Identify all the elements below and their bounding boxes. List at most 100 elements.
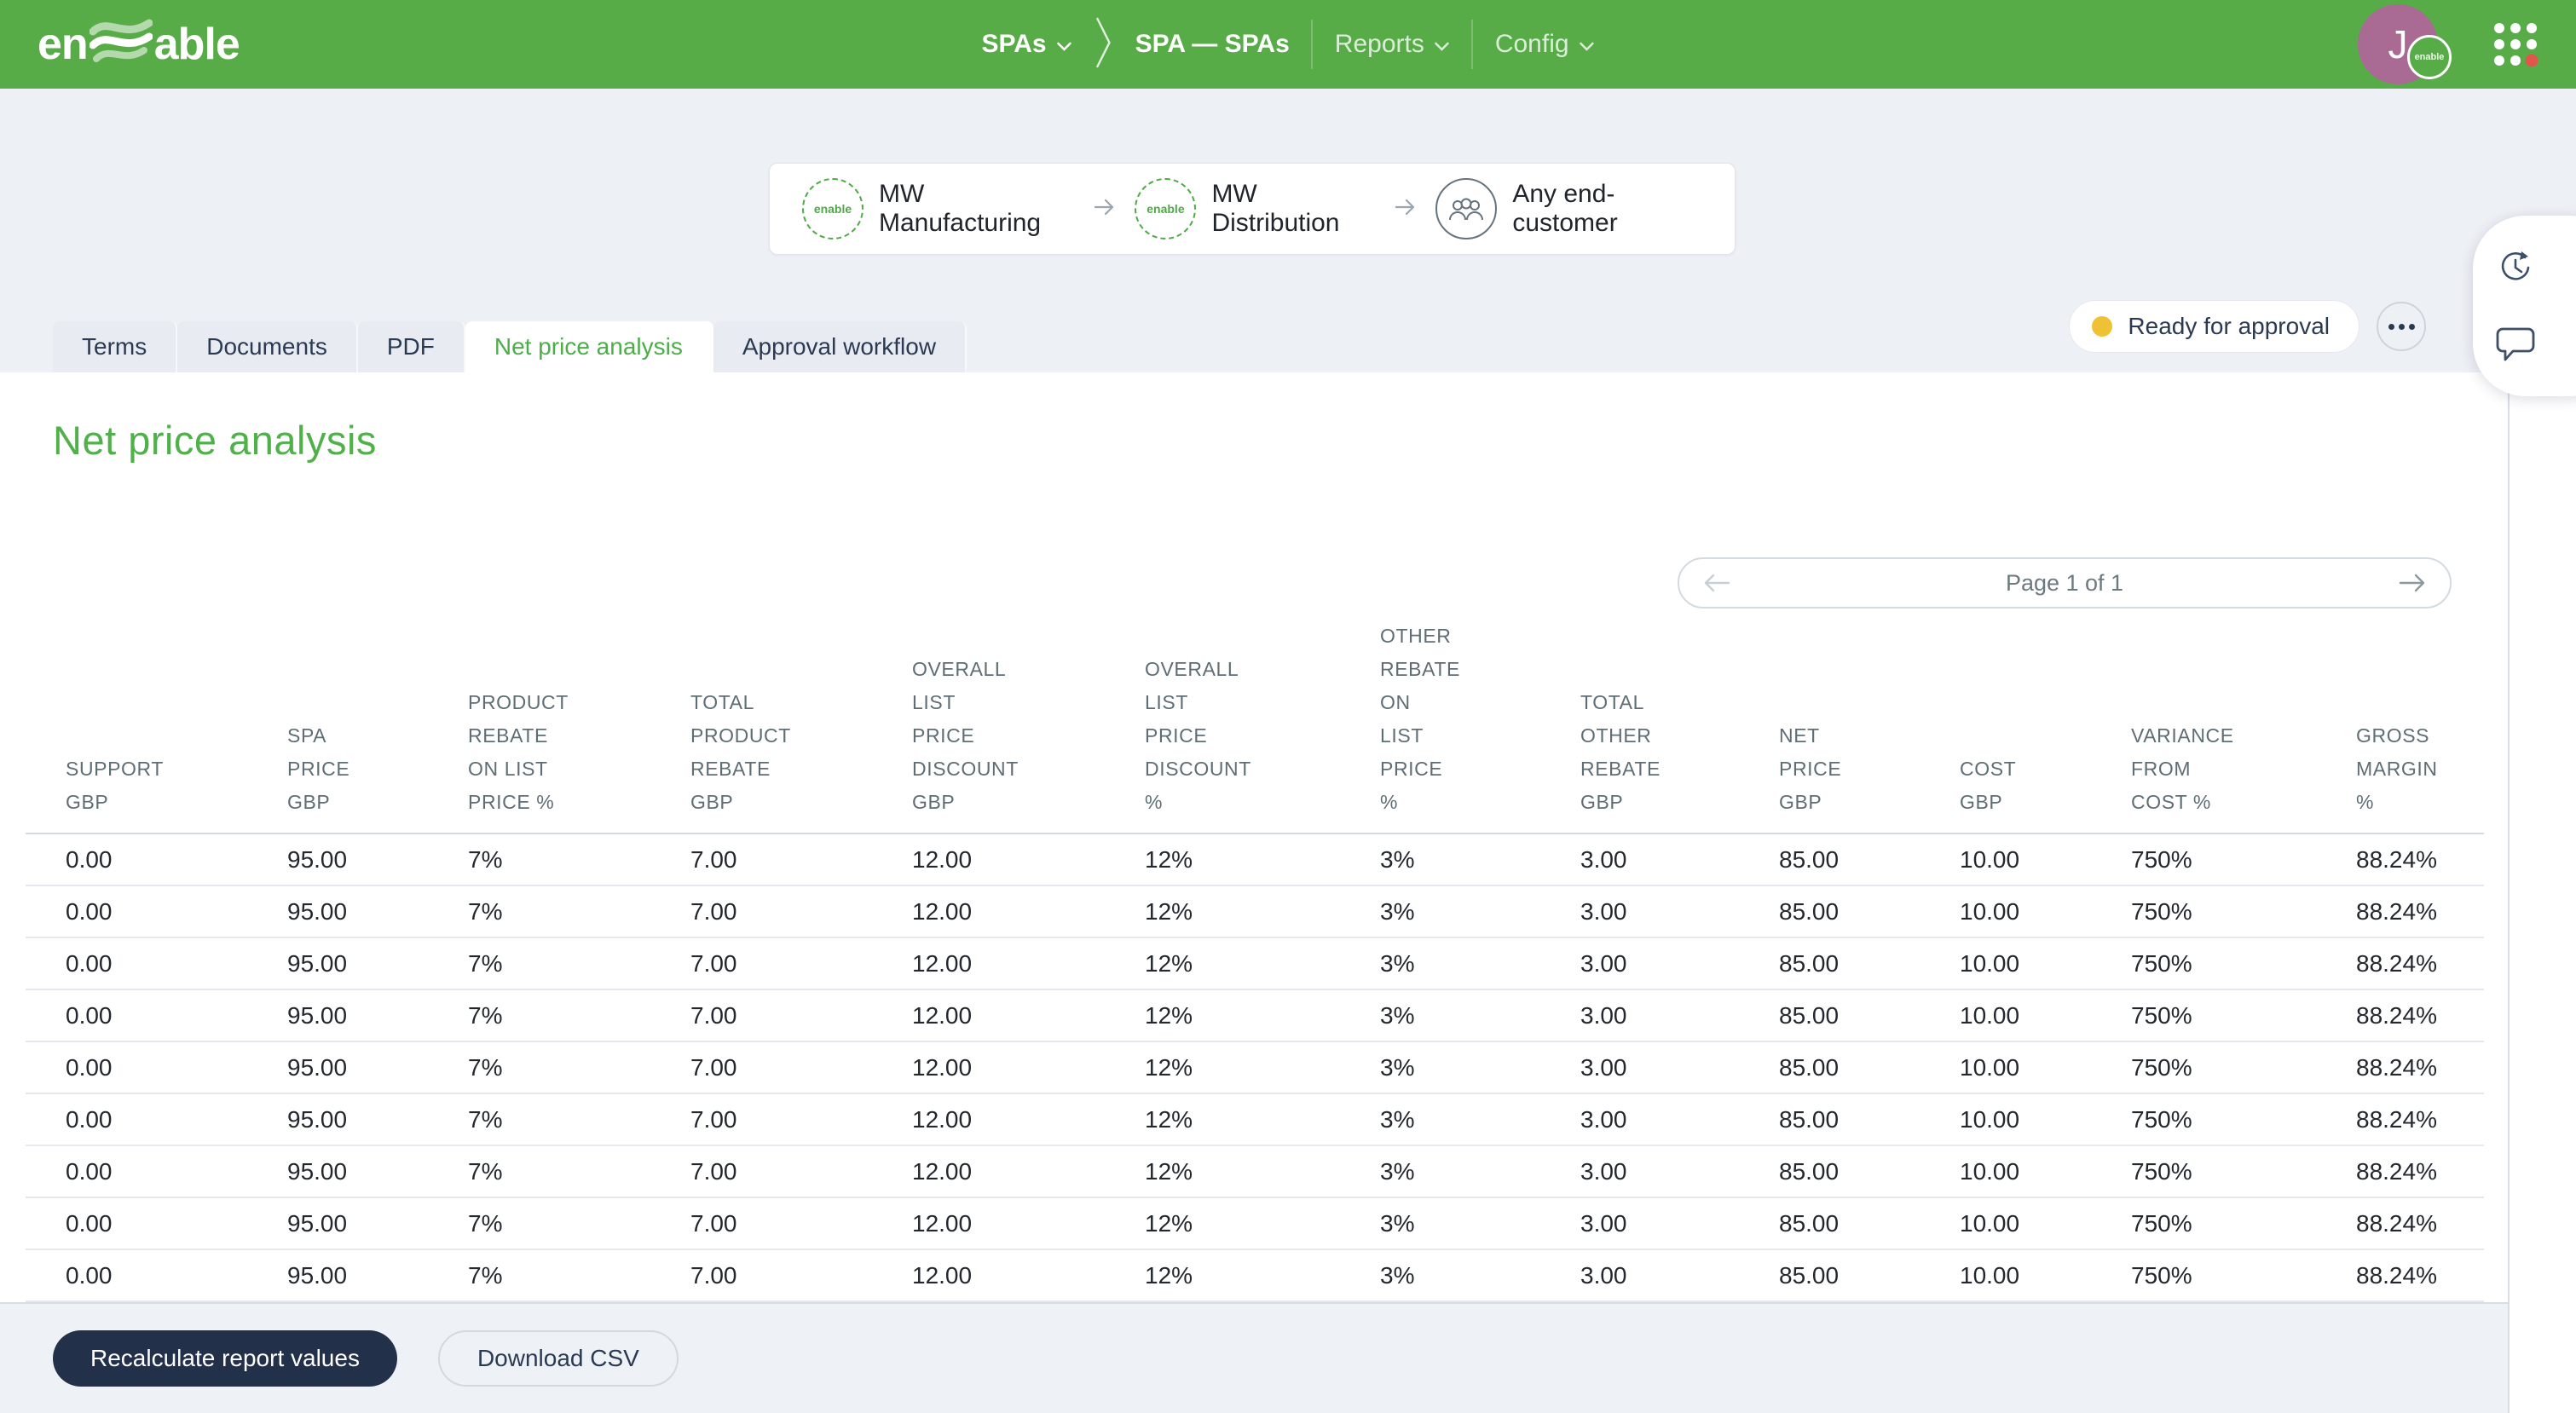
table-cell: 0.00 (26, 989, 287, 1042)
table-cell: 85.00 (1779, 1093, 1960, 1146)
nav-config-menu[interactable]: Config (1495, 30, 1595, 59)
breadcrumb[interactable]: SPA — SPAs (1135, 30, 1290, 59)
table-cell: 7% (468, 885, 690, 938)
table-cell: 88.24% (2356, 989, 2484, 1042)
tab-bar: Terms Documents PDF Net price analysis Appro… (53, 321, 967, 372)
tab-terms[interactable]: Terms (53, 321, 178, 372)
enable-logo-icon: enable (1135, 178, 1197, 239)
history-icon[interactable] (2492, 244, 2539, 291)
footer-action-bar: Recalculate report values Download CSV (0, 1302, 2510, 1413)
nav-reports-label: Reports (1334, 30, 1424, 58)
breadcrumb-current-label: SPA — SPAs (1135, 30, 1290, 58)
table-cell: 750% (2131, 1145, 2356, 1198)
table-cell: 12.00 (912, 1197, 1145, 1250)
table-cell: 0.00 (26, 937, 287, 990)
table-cell: 750% (2131, 885, 2356, 938)
comments-icon[interactable] (2492, 320, 2539, 368)
apps-grid-icon[interactable] (2494, 23, 2538, 67)
user-avatar[interactable]: J enable (2358, 4, 2452, 84)
table-row[interactable]: 0.0095.007%7.0012.0012%3%3.0085.0010.007… (26, 989, 2484, 1042)
table-cell: 7.00 (690, 1041, 912, 1094)
arrow-right-icon (1092, 197, 1118, 222)
table-row[interactable]: 0.0095.007%7.0012.0012%3%3.0085.0010.007… (26, 937, 2484, 990)
table-cell: 95.00 (287, 833, 468, 886)
table-cell: 12.00 (912, 989, 1145, 1042)
status-label: Ready for approval (2128, 313, 2330, 339)
recalculate-report-button[interactable]: Recalculate report values (53, 1330, 397, 1387)
table-cell: 750% (2131, 833, 2356, 886)
table-cell: 750% (2131, 989, 2356, 1042)
tab-documents[interactable]: Documents (177, 321, 358, 372)
download-csv-button[interactable]: Download CSV (437, 1330, 679, 1387)
table-cell: 3% (1380, 1145, 1580, 1198)
nav-config-label: Config (1494, 30, 1569, 58)
table-cell: 750% (2131, 1093, 2356, 1146)
entity-label: MW Manufacturing (879, 180, 1042, 237)
table-cell: 3.00 (1580, 1249, 1779, 1302)
table-cell: 0.00 (26, 1145, 287, 1198)
net-price-table-wrap: SUPPORT GBP SPA PRICE GBP PRODUCT REBATE O… (26, 620, 2484, 1302)
chevron-down-icon (1435, 30, 1450, 59)
table-row[interactable]: 0.0095.007%7.0012.0012%3%3.0085.0010.007… (26, 1145, 2484, 1198)
table-cell: 10.00 (1960, 1145, 2131, 1198)
table-cell: 95.00 (287, 937, 468, 990)
chevron-down-icon (1057, 30, 1072, 59)
tab-approval-workflow[interactable]: Approval workflow (713, 321, 967, 372)
main-panel: Net price analysis Page 1 of 1 SUPPORT G… (0, 372, 2510, 1302)
table-cell: 88.24% (2356, 833, 2484, 886)
table-row[interactable]: 0.0095.007%7.0012.0012%3%3.0085.0010.007… (26, 885, 2484, 938)
table-cell: 88.24% (2356, 937, 2484, 990)
page-indicator: Page 1 of 1 (2005, 569, 2124, 596)
column-header-overall-list-price-discount: OVERALL LIST PRICE DISCOUNT % (1145, 620, 1380, 834)
table-cell: 12% (1145, 989, 1380, 1042)
table-cell: 85.00 (1779, 1249, 1960, 1302)
table-cell: 12% (1145, 1093, 1380, 1146)
avatar-badge-text: enable (2414, 52, 2445, 62)
table-cell: 3.00 (1580, 989, 1779, 1042)
entity-label: Any end-customer (1512, 180, 1618, 237)
table-row[interactable]: 0.0095.007%7.0012.0012%3%3.0085.0010.007… (26, 1093, 2484, 1146)
nav-spas-menu[interactable]: SPAs (981, 30, 1071, 59)
table-cell: 3.00 (1580, 937, 1779, 990)
tab-pdf[interactable]: PDF (357, 321, 465, 372)
topbar-right-group: J enable (2358, 0, 2538, 89)
column-header-total-other-rebate-gbp: TOTAL OTHER REBATE GBP (1580, 620, 1779, 834)
table-cell: 12% (1145, 937, 1380, 990)
column-header-product-rebate-on-list-price: PRODUCT REBATE ON LIST PRICE % (468, 620, 690, 834)
column-header-support-gbp: SUPPORT GBP (26, 620, 287, 834)
table-row[interactable]: 0.0095.007%7.0012.0012%3%3.0085.0010.007… (26, 1197, 2484, 1250)
previous-page-button[interactable] (1701, 572, 1732, 594)
net-price-table: SUPPORT GBP SPA PRICE GBP PRODUCT REBATE O… (26, 620, 2484, 1302)
status-badge[interactable]: Ready for approval (2069, 300, 2359, 353)
table-cell: 0.00 (26, 1197, 287, 1250)
more-options-button[interactable] (2377, 302, 2426, 351)
entity-distributor[interactable]: enable MW Distribution (1135, 178, 1376, 239)
table-cell: 3.00 (1580, 1145, 1779, 1198)
table-cell: 3.00 (1580, 1041, 1779, 1094)
breadcrumb-separator-icon (1095, 15, 1113, 74)
table-cell: 95.00 (287, 1197, 468, 1250)
column-header-gross-margin: GROSS MARGIN % (2356, 620, 2484, 834)
table-cell: 7.00 (690, 1093, 912, 1146)
table-cell: 7% (468, 1145, 690, 1198)
column-header-variance-from-cost: VARIANCE FROM COST % (2131, 620, 2356, 834)
next-page-button[interactable] (2397, 572, 2428, 594)
enable-logo[interactable]: en able (38, 0, 240, 89)
tab-net-price-analysis[interactable]: Net price analysis (465, 321, 713, 372)
column-header-other-rebate-on-list-price: OTHER REBATE ON LIST PRICE % (1380, 620, 1580, 834)
table-cell: 0.00 (26, 833, 287, 886)
table-row[interactable]: 0.0095.007%7.0012.0012%3%3.0085.0010.007… (26, 1249, 2484, 1302)
table-row[interactable]: 0.0095.007%7.0012.0012%3%3.0085.0010.007… (26, 833, 2484, 886)
table-cell: 12.00 (912, 937, 1145, 990)
entity-end-customer[interactable]: Any end-customer (1435, 178, 1702, 239)
people-icon (1435, 178, 1498, 239)
entity-label: MW Distribution (1211, 180, 1340, 237)
entity-manufacturer[interactable]: enable MW Manufacturing (802, 178, 1075, 239)
nav-reports-menu[interactable]: Reports (1335, 30, 1450, 59)
table-cell: 0.00 (26, 1041, 287, 1094)
chevron-down-icon (1580, 30, 1595, 59)
trading-relationship-card: enable MW Manufacturing enable MW Distri… (769, 163, 1736, 255)
table-row[interactable]: 0.0095.007%7.0012.0012%3%3.0085.0010.007… (26, 1041, 2484, 1094)
table-cell: 7% (468, 1197, 690, 1250)
table-cell: 10.00 (1960, 1197, 2131, 1250)
